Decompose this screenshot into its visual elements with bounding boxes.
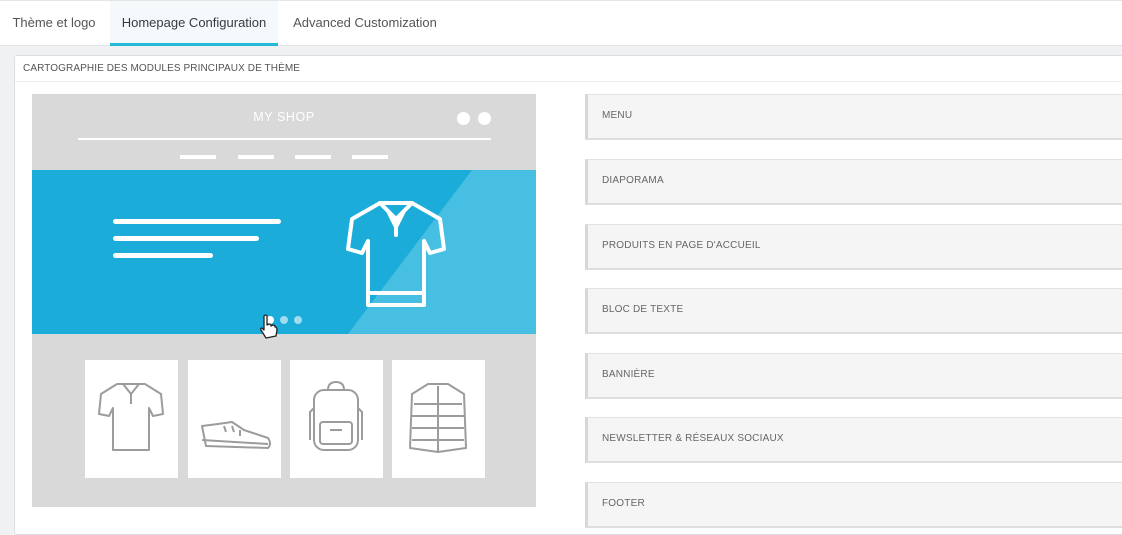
shop-preview: MY SHOP — [32, 94, 536, 507]
module-label: BLOC DE TEXTE — [602, 304, 684, 315]
product-card-backpack[interactable] — [290, 360, 383, 478]
module-banner[interactable]: BANNIÈRE — [585, 353, 1122, 399]
module-label: NEWSLETTER & RÉSEAUX SOCIAUX — [602, 433, 784, 444]
tab-bar: Thème et logo Homepage Configuration Adv… — [0, 0, 1122, 46]
nav-placeholder — [295, 155, 331, 159]
module-newsletter-social[interactable]: NEWSLETTER & RÉSEAUX SOCIAUX — [585, 417, 1122, 463]
jacket-icon — [409, 383, 467, 453]
module-featured-products[interactable]: PRODUITS EN PAGE D'ACCUEIL — [585, 224, 1122, 270]
module-label: FOOTER — [602, 498, 645, 509]
module-label: PRODUITS EN PAGE D'ACCUEIL — [602, 240, 761, 251]
banner-highlight — [348, 170, 536, 334]
header-dot-icon — [478, 112, 491, 125]
product-card-tshirt[interactable] — [85, 360, 178, 478]
text-placeholder — [113, 219, 281, 224]
tab-advanced-customization[interactable]: Advanced Customization — [281, 1, 449, 46]
text-placeholder — [113, 236, 259, 241]
panel-title: CARTOGRAPHIE DES MODULES PRINCIPAUX DE T… — [15, 56, 1122, 82]
tab-theme-logo[interactable]: Thème et logo — [0, 1, 108, 46]
module-menu[interactable]: MENU — [585, 94, 1122, 140]
backpack-icon — [309, 381, 363, 451]
header-divider — [78, 138, 491, 140]
product-card-jacket[interactable] — [392, 360, 485, 478]
nav-placeholder — [180, 155, 216, 159]
module-diaporama[interactable]: DIAPORAMA — [585, 159, 1122, 205]
tshirt-icon — [98, 383, 164, 451]
slide-indicator[interactable] — [294, 316, 302, 324]
nav-placeholder — [352, 155, 388, 159]
product-card-sneaker[interactable] — [188, 360, 281, 478]
polo-shirt-icon — [346, 201, 446, 307]
text-placeholder — [113, 253, 213, 258]
hand-cursor-icon — [260, 314, 278, 339]
module-text-block[interactable]: BLOC DE TEXTE — [585, 288, 1122, 334]
module-label: BANNIÈRE — [602, 369, 655, 380]
sneaker-icon — [201, 421, 271, 449]
nav-placeholder — [238, 155, 274, 159]
slide-indicator[interactable] — [280, 316, 288, 324]
module-label: MENU — [602, 110, 633, 121]
module-footer[interactable]: FOOTER — [585, 482, 1122, 528]
slideshow-banner[interactable] — [32, 170, 536, 334]
tab-homepage-configuration[interactable]: Homepage Configuration — [110, 1, 278, 46]
module-label: DIAPORAMA — [602, 175, 664, 186]
header-dot-icon — [457, 112, 470, 125]
